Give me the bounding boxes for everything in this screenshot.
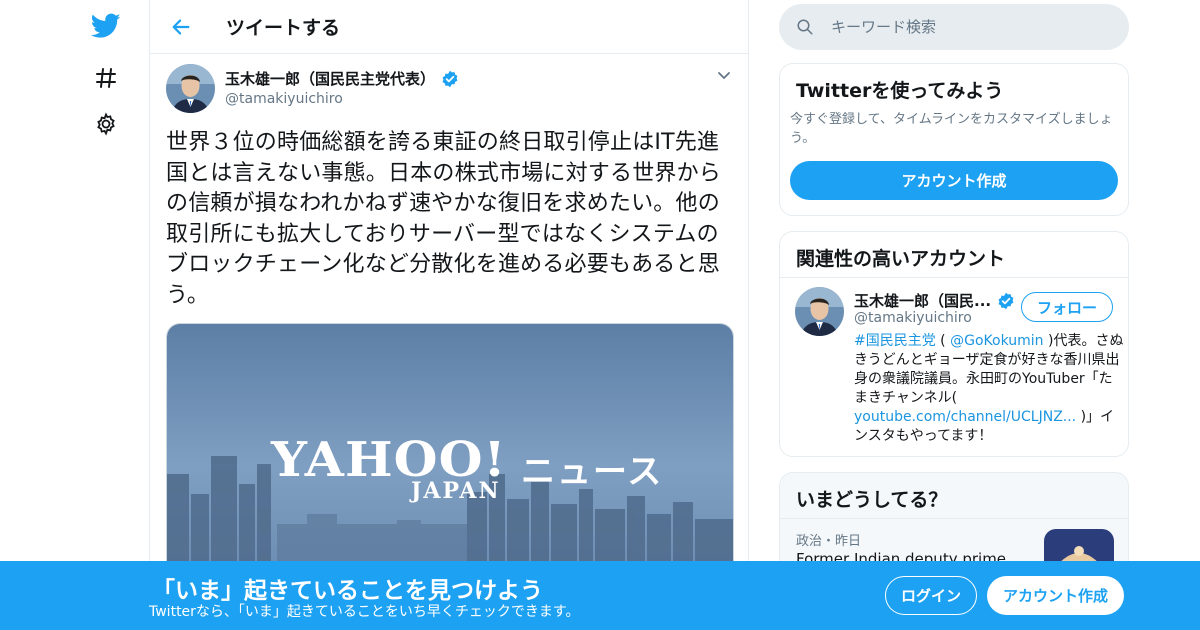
verified-badge-icon	[997, 292, 1015, 310]
create-account-button[interactable]: アカウント作成	[790, 161, 1118, 200]
logo-news-text: ニュース	[521, 452, 664, 492]
tweet-author: 玉木雄一郎（国民民主党代表） @tamakiyuichiro	[166, 64, 732, 118]
author-info: 玉木雄一郎（国民民主党代表） @tamakiyuichiro	[225, 68, 459, 107]
signup-card-description: 今すぐ登録して、タイムラインをカスタマイズしましょう。	[790, 112, 1113, 146]
related-account-name-row: 玉木雄一郎（国民...	[854, 290, 1015, 311]
related-accounts-header: 関連性の高いアカウント	[780, 232, 1128, 278]
author-name-row: 玉木雄一郎（国民民主党代表）	[225, 68, 459, 89]
search-input[interactable]	[831, 18, 1111, 36]
search-bar[interactable]	[779, 4, 1129, 50]
banner-create-account-button[interactable]: アカウント作成	[987, 576, 1124, 615]
avatar[interactable]	[795, 287, 844, 336]
logo-yahoo-text: YAHOO!	[271, 432, 507, 488]
gear-icon[interactable]	[82, 104, 130, 144]
signup-card: Twitterを使ってみよう 今すぐ登録して、タイムラインをカスタマイズしましょ…	[779, 63, 1129, 216]
hashtag-icon[interactable]	[82, 58, 130, 98]
back-arrow-icon[interactable]	[168, 14, 194, 40]
page-header: ツイートする	[150, 0, 748, 54]
trend-meta: 政治・昨日	[796, 534, 862, 549]
related-account-name[interactable]: 玉木雄一郎（国民...	[854, 290, 991, 311]
chevron-down-icon[interactable]	[714, 66, 734, 86]
banner-title: 「いま」起きていることを見つけよう	[152, 578, 543, 604]
youtube-link[interactable]: youtube.com/channel/UCLJNZ...	[854, 409, 1076, 425]
tweet: 玉木雄一郎（国民民主党代表） @tamakiyuichiro 世界３位の時価総額…	[150, 54, 748, 583]
related-accounts-card: 関連性の高いアカウント 玉木雄一郎（国民... @tamakiyuichiro …	[779, 231, 1129, 457]
tweet-text: 世界３位の時価総額を誇る東証の終日取引停止はIT先進国とは言えない事態。日本の株…	[166, 130, 722, 308]
verified-badge-icon	[441, 70, 459, 88]
trends-header: いまどうしてる？	[780, 473, 1128, 519]
main-column: ツイートする 玉木雄一郎（国民民主党代表） @tamakiyuichiro 世界…	[149, 0, 749, 630]
twitter-bird-icon[interactable]	[82, 6, 130, 46]
bio-text: (	[935, 333, 951, 349]
avatar[interactable]	[166, 64, 215, 113]
tweet-media-card[interactable]: YAHOO! JAPAN ニュース	[166, 323, 734, 583]
related-account-handle: @tamakiyuichiro	[854, 310, 972, 326]
author-handle: @tamakiyuichiro	[225, 91, 343, 107]
search-icon	[795, 17, 815, 37]
mention-link[interactable]: @GoKokumin	[950, 333, 1043, 349]
follow-button[interactable]: フォロー	[1021, 292, 1113, 322]
hashtag-link[interactable]: #国民民主党	[854, 333, 936, 349]
banner-subtitle: Twitterなら、「いま」起きていることをいち早くチェックできます。	[149, 604, 580, 620]
related-account-bio: #国民民主党 ( @GoKokumin )代表。さぬきうどんとギョーザ定食が好き…	[854, 332, 1126, 446]
login-button[interactable]: ログイン	[885, 576, 977, 615]
yahoo-news-logo: YAHOO! JAPAN ニュース	[271, 436, 661, 502]
related-accounts-title: 関連性の高いアカウント	[796, 248, 1006, 270]
author-name[interactable]: 玉木雄一郎（国民民主党代表）	[225, 68, 435, 89]
page-title: ツイートする	[226, 17, 341, 39]
trends-title: いまどうしてる？	[796, 489, 948, 511]
bottom-signup-banner: 「いま」起きていることを見つけよう Twitterなら、「いま」起きていることを…	[0, 561, 1200, 630]
signup-card-title: Twitterを使ってみよう	[796, 80, 1004, 102]
